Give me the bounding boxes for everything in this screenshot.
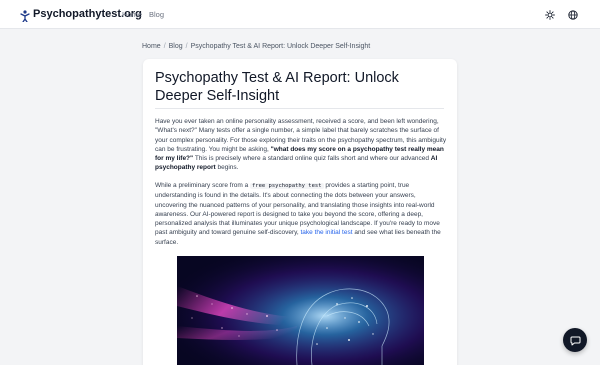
intro-paragraph: Have you ever taken an online personalit… xyxy=(155,117,447,173)
nav-link-home[interactable]: Home xyxy=(122,10,142,19)
breadcrumb-separator: / xyxy=(185,43,188,50)
sun-icon xyxy=(544,9,555,20)
free-test-code: free psychopathy test xyxy=(250,183,324,189)
top-navigation-bar: Psychopathytest.org Home Blog xyxy=(0,0,600,29)
logo-figure-icon[interactable] xyxy=(20,9,30,23)
nav-link-blog[interactable]: Blog xyxy=(149,10,164,19)
breadcrumb: Home / Blog / Psychopathy Test & AI Report: … xyxy=(142,43,370,50)
chat-bubble-icon xyxy=(570,336,580,345)
globe-icon xyxy=(567,9,578,20)
hero-image-ai-head xyxy=(177,256,424,365)
intro-text-3: begins. xyxy=(215,164,239,172)
second-paragraph: While a preliminary score from a free ps… xyxy=(155,181,447,247)
intro-text-2: This is precisely where a standard onlin… xyxy=(193,155,431,163)
breadcrumb-separator: / xyxy=(163,43,166,50)
article-title: Psychopathy Test & AI Report: Unlock Dee… xyxy=(155,70,399,104)
breadcrumb-home[interactable]: Home xyxy=(142,43,161,50)
breadcrumb-blog[interactable]: Blog xyxy=(169,43,183,50)
take-initial-test-link[interactable]: take the initial test xyxy=(301,229,353,236)
title-divider xyxy=(155,108,444,109)
language-button[interactable] xyxy=(565,7,580,22)
second-text-1: While a preliminary score from a xyxy=(155,182,250,189)
breadcrumb-current: Psychopathy Test & AI Report: Unlock Dee… xyxy=(190,43,371,50)
theme-toggle-button[interactable] xyxy=(542,7,557,22)
chat-button[interactable] xyxy=(563,328,587,352)
